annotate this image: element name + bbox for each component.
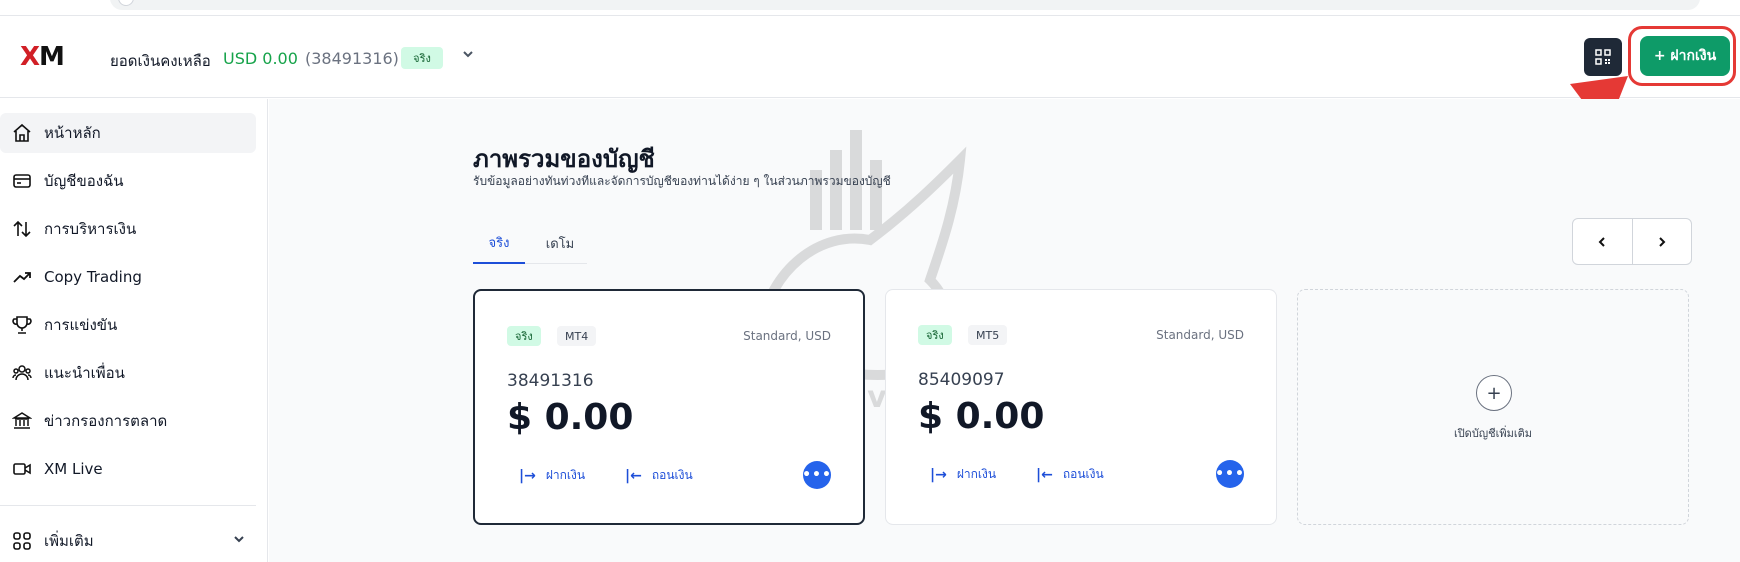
pager-next-button[interactable] [1631,219,1692,264]
account-card[interactable]: จริง MT5 Standard, USD 85409097 $ 0.00 |… [885,289,1277,525]
trend-up-icon [10,265,34,289]
chevron-down-icon[interactable] [232,532,246,550]
platform-badge: MT4 [557,326,597,346]
sidebar-item-home[interactable]: หน้าหลัก [0,113,256,153]
users-icon [10,361,34,385]
sidebar-item-label: XM Live [44,460,103,478]
arrow-in-icon: |→ [519,467,536,484]
account-card[interactable]: จริง MT4 Standard, USD 38491316 $ 0.00 |… [473,289,865,525]
card-withdraw-label: ถอนเงิน [1062,467,1104,481]
chevron-down-icon[interactable] [459,45,477,63]
sidebar-item-market-intelligence[interactable]: ข่าวกรองการตลาด [0,401,256,441]
sidebar-item-label: บัญชีของฉัน [44,172,124,190]
card-deposit-link[interactable]: |→ ฝากเงิน [519,466,585,485]
account-tabs: จริง เดโม [473,222,587,264]
sidebar: หน้าหลัก บัญชีของฉัน การบริหารเงิน Copy … [0,99,268,562]
account-number: 38491316 [507,371,594,391]
card-icon [10,169,34,193]
bank-icon [10,409,34,433]
chevron-left-icon [1596,236,1608,248]
account-balance: $ 0.00 [507,397,634,438]
card-deposit-link[interactable]: |→ ฝากเงิน [930,465,996,484]
card-withdraw-link[interactable]: |← ถอนเงิน [625,466,693,485]
arrow-out-icon: |← [1036,466,1053,483]
transfer-icon [10,217,34,241]
account-id: (38491316) [305,49,399,68]
more-options-button[interactable]: ••• [802,461,831,489]
xm-logo[interactable]: XM [20,42,65,72]
sidebar-item-label: การแข่งขัน [44,316,118,334]
platform-badge: MT5 [968,325,1008,345]
page-subtitle: รับข้อมูลอย่างทันท่วงทีและจัดการบัญชีของ… [473,174,891,188]
sidebar-item-my-accounts[interactable]: บัญชีของฉัน [0,161,256,201]
browser-toolbar [0,0,1740,16]
sidebar-item-more[interactable]: เพิ่มเติม [0,521,256,561]
account-type-text: Standard, USD [1156,328,1244,342]
card-deposit-label: ฝากเงิน [956,467,997,481]
sidebar-item-label: ข่าวกรองการตลาด [44,412,168,430]
add-account-label: เปิดบัญชีเพิ่มเติม [1453,427,1533,440]
account-number: 85409097 [918,370,1005,390]
account-type-badge: จริง [918,325,952,345]
grid-icon [10,529,34,553]
qr-code-icon [1595,49,1611,65]
trophy-icon [10,313,34,337]
site-info-icon[interactable] [118,0,134,6]
video-icon [10,457,34,481]
arrow-in-icon: |→ [930,466,947,483]
balance-label: ยอดเงินคงเหลือ [110,52,211,70]
account-type-badge: จริง [507,326,541,346]
pager-prev-button[interactable] [1573,219,1632,264]
sidebar-item-xm-live[interactable]: XM Live [0,449,256,489]
card-pager [1572,218,1692,265]
add-account-card[interactable]: + เปิดบัญชีเพิ่มเติม [1297,289,1689,525]
account-type-text: Standard, USD [743,329,831,343]
plus-icon[interactable]: + [1476,375,1512,411]
chevron-right-icon [1656,236,1668,248]
sidebar-item-label: การบริหารเงิน [44,220,137,238]
sidebar-item-competitions[interactable]: การแข่งขัน [0,305,256,345]
arrow-out-icon: |← [625,467,642,484]
sidebar-item-refer-friend[interactable]: แนะนำเพื่อน [0,353,256,393]
balance-amount: USD 0.00 [223,49,298,68]
sidebar-item-label: หน้าหลัก [44,124,101,142]
tab-demo[interactable]: เดโม [533,222,587,264]
sidebar-item-label: เพิ่มเติม [44,532,94,550]
more-options-button[interactable]: ••• [1215,460,1244,488]
sidebar-item-funds-management[interactable]: การบริหารเงิน [0,209,256,249]
sidebar-item-copy-trading[interactable]: Copy Trading [0,257,256,297]
card-deposit-label: ฝากเงิน [545,468,586,482]
sidebar-item-label: Copy Trading [44,268,142,286]
sidebar-item-label: แนะนำเพื่อน [44,364,125,382]
deposit-highlight-annotation [1628,26,1736,86]
home-icon [10,121,34,145]
address-bar[interactable] [110,0,1700,10]
sidebar-divider [0,505,256,506]
account-balance: $ 0.00 [918,396,1045,437]
card-withdraw-link[interactable]: |← ถอนเงิน [1036,465,1104,484]
card-withdraw-label: ถอนเงิน [651,468,693,482]
account-type-badge: จริง [401,47,443,69]
tab-real[interactable]: จริง [473,222,525,264]
